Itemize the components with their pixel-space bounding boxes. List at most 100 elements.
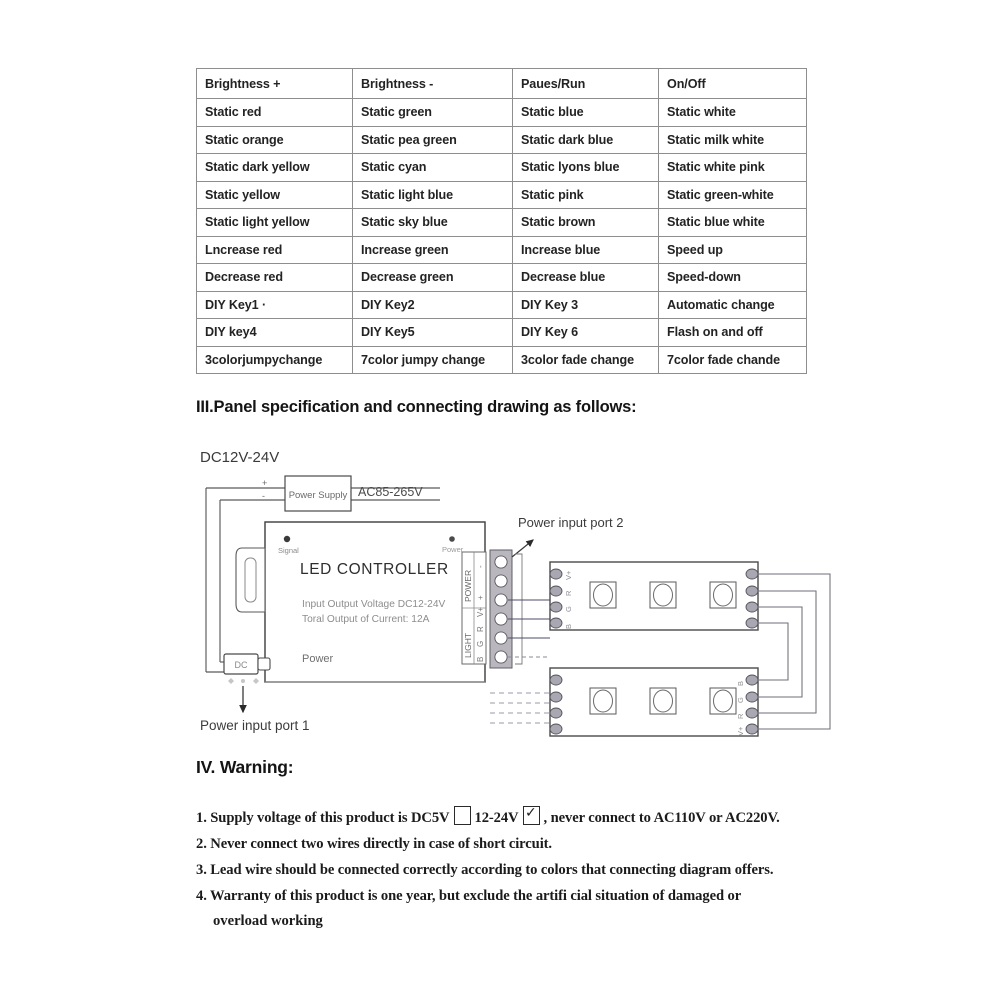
table-cell: Increase green: [352, 235, 513, 264]
table-cell: DIY Key2: [352, 290, 513, 319]
dc-jack-marks: [228, 678, 259, 684]
table-header-row: Brightness + Brightness - Paues/Run On/Off: [196, 68, 807, 99]
warning-item-4-continued: overload working: [213, 913, 323, 929]
svg-text:B: B: [564, 624, 573, 629]
table-row: Lncrease red Increase green Increase blue S…: [196, 235, 807, 264]
table-cell: 3color fade change: [512, 345, 659, 374]
terminal-pin-b: B: [476, 657, 485, 662]
table-cell: Automatic change: [658, 290, 807, 319]
power-led-label: Power: [442, 545, 464, 554]
table-cell: Static cyan: [352, 153, 513, 182]
table-row: DIY key4 DIY Key5 DIY Key 6 Flash on and of…: [196, 318, 807, 347]
svg-text:R: R: [736, 713, 745, 719]
table-cell: Static red: [196, 98, 353, 127]
table-row: 3colorjumpychange 7color jumpy change 3col…: [196, 345, 807, 374]
table-cell: Static white: [658, 98, 807, 127]
terminal-pin-vplus: V+: [476, 607, 485, 617]
led-strip-1-packages: [589, 581, 737, 609]
table-row: Decrease red Decrease green Decrease blue S…: [196, 263, 807, 292]
table-row: Static red Static green Static blue Static …: [196, 98, 807, 127]
warning-item-4: 4. Warranty of this product is one year,…: [196, 888, 742, 904]
warning-item-2: 2. Never connect two wires directly in c…: [196, 836, 552, 852]
led-strip-2-packages: [589, 687, 737, 715]
table-cell: DIY Key1 ·: [196, 290, 353, 319]
table-row: DIY Key1 · DIY Key2 DIY Key 3 Automatic cha…: [196, 290, 807, 319]
warning-list: 1. Supply voltage of this product is DC5…: [196, 804, 856, 933]
svg-text:B: B: [736, 681, 745, 686]
terminal-pin-r: R: [476, 626, 485, 632]
table-cell: Static dark blue: [512, 125, 659, 154]
checkbox-12-24v[interactable]: [522, 804, 540, 825]
power-supply-label: Power Supply: [289, 490, 348, 501]
table-cell: Static blue white: [658, 208, 807, 237]
table-cell: Speed up: [658, 235, 807, 264]
table-cell: 3colorjumpychange: [196, 345, 353, 374]
table-header-cell: Paues/Run: [512, 68, 659, 99]
warning-heading: IV. Warning:: [196, 757, 294, 777]
table-cell: Lncrease red: [196, 235, 353, 264]
table-cell: Static light yellow: [196, 208, 353, 237]
terminal-group-power: POWER: [463, 570, 473, 602]
warning-item-1-part-b: 12-24V: [474, 810, 519, 826]
table-cell: Speed-down: [658, 263, 807, 292]
table-cell: DIY key4: [196, 318, 353, 347]
signal-label: Signal: [278, 546, 299, 555]
table-cell: DIY Key 6: [512, 318, 659, 347]
table-cell: Static orange: [196, 125, 353, 154]
controller-title: LED CONTROLLER: [300, 561, 449, 578]
ir-window-icon: [244, 557, 257, 603]
signal-led-icon: [283, 535, 291, 543]
table-header-cell: Brightness -: [352, 68, 513, 99]
table-cell: 7color jumpy change: [352, 345, 513, 374]
table-header-cell: Brightness +: [196, 68, 353, 99]
table-cell: Static blue: [512, 98, 659, 127]
warning-item-1: 1. Supply voltage of this product is DC5…: [196, 804, 856, 831]
power-input-port-1-label: Power input port 1: [200, 718, 310, 733]
controller-spec-current: Toral Output of Current: 12A: [302, 614, 430, 625]
controller-spec-voltage: Input Output Voltage DC12-24V: [302, 599, 445, 610]
terminal-pin-plus: +: [476, 595, 485, 600]
warning-item-1-part-a: 1. Supply voltage of this product is DC5…: [196, 810, 450, 826]
table-cell: Static light blue: [352, 180, 513, 209]
svg-text:G: G: [736, 697, 745, 703]
table-row: Static yellow Static light blue Static pin…: [196, 180, 807, 209]
checkbox-dc5v[interactable]: [453, 806, 471, 825]
dc-voltage-label: DC12V-24V: [200, 449, 279, 466]
power-jack-label: Power: [302, 653, 334, 665]
warning-item-3: 3. Lead wire should be connected correct…: [196, 862, 774, 878]
table-cell: Static green: [352, 98, 513, 127]
table-row: Static light yellow Static sky blue Static…: [196, 208, 807, 237]
table-cell: Decrease red: [196, 263, 353, 292]
table-cell: DIY Key5: [352, 318, 513, 347]
table-cell: Decrease green: [352, 263, 513, 292]
svg-text:V+: V+: [736, 726, 745, 736]
table-cell: Static white pink: [658, 153, 807, 182]
table-row: Static orange Static pea green Static dark…: [196, 125, 807, 154]
terminal-pin-g: G: [476, 641, 485, 647]
table-cell: Flash on and off: [658, 318, 807, 347]
svg-text:R: R: [564, 590, 573, 596]
warning-item-1-part-c: , never connect to AC110V or AC220V.: [543, 810, 780, 826]
table-cell: Static brown: [512, 208, 659, 237]
table-row: Static dark yellow Static cyan Static lyon…: [196, 153, 807, 182]
panel-specification-heading: III.Panel specification and connecting d…: [196, 398, 637, 416]
plus-terminal-label: +: [262, 478, 267, 488]
svg-text:G: G: [564, 606, 573, 612]
svg-text:V+: V+: [564, 570, 573, 580]
power-led-icon: [449, 536, 455, 542]
terminal-pin-minus: -: [476, 565, 485, 568]
function-table: Brightness + Brightness - Paues/Run On/Off S…: [196, 68, 807, 374]
terminal-group-light: LIGHT: [463, 633, 473, 658]
table-header-cell: On/Off: [658, 68, 807, 99]
dc-jack-label: DC: [235, 660, 248, 670]
table-cell: Static pea green: [352, 125, 513, 154]
minus-terminal-label: -: [262, 491, 265, 501]
table-cell: Static sky blue: [352, 208, 513, 237]
table-cell: Static lyons blue: [512, 153, 659, 182]
strip-interconnect-wires: [758, 573, 831, 730]
function-table-body: Brightness + Brightness - Paues/Run On/Off S…: [196, 68, 807, 374]
table-cell: Static yellow: [196, 180, 353, 209]
table-cell: Static pink: [512, 180, 659, 209]
table-cell: Static green-white: [658, 180, 807, 209]
ac-voltage-label: AC85-265V: [358, 485, 423, 499]
